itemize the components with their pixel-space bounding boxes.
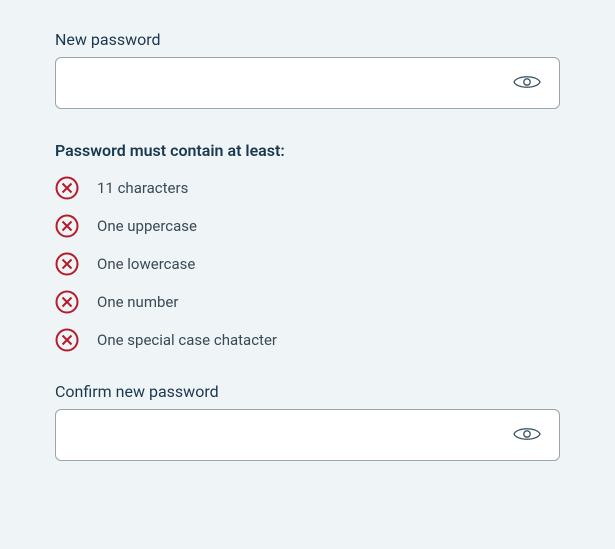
confirm-password-label: Confirm new password xyxy=(55,382,560,401)
password-requirements: Password must contain at least: 11 chara… xyxy=(55,141,560,352)
confirm-password-section: Confirm new password xyxy=(55,382,560,461)
requirements-list: 11 characters One uppercase One lowercas… xyxy=(55,176,560,352)
requirement-text: One number xyxy=(97,293,178,311)
toggle-new-password-visibility-button[interactable] xyxy=(509,68,545,99)
requirements-heading: Password must contain at least: xyxy=(55,141,560,160)
toggle-confirm-password-visibility-button[interactable] xyxy=(509,420,545,451)
requirement-item: One lowercase xyxy=(55,252,560,276)
requirement-text: One uppercase xyxy=(97,217,197,235)
confirm-password-input[interactable] xyxy=(70,410,509,460)
requirement-text: One lowercase xyxy=(97,255,195,273)
new-password-label: New password xyxy=(55,30,560,49)
requirement-item: 11 characters xyxy=(55,176,560,200)
eye-icon xyxy=(513,424,541,447)
new-password-section: New password xyxy=(55,30,560,109)
x-circle-icon xyxy=(55,176,79,200)
new-password-input-wrapper xyxy=(55,57,560,109)
requirement-text: 11 characters xyxy=(97,179,188,197)
requirement-item: One special case chatacter xyxy=(55,328,560,352)
x-circle-icon xyxy=(55,252,79,276)
new-password-input[interactable] xyxy=(70,58,509,108)
x-circle-icon xyxy=(55,328,79,352)
x-circle-icon xyxy=(55,214,79,238)
x-circle-icon xyxy=(55,290,79,314)
requirement-text: One special case chatacter xyxy=(97,331,277,349)
eye-icon xyxy=(513,72,541,95)
confirm-password-input-wrapper xyxy=(55,409,560,461)
requirement-item: One number xyxy=(55,290,560,314)
requirement-item: One uppercase xyxy=(55,214,560,238)
